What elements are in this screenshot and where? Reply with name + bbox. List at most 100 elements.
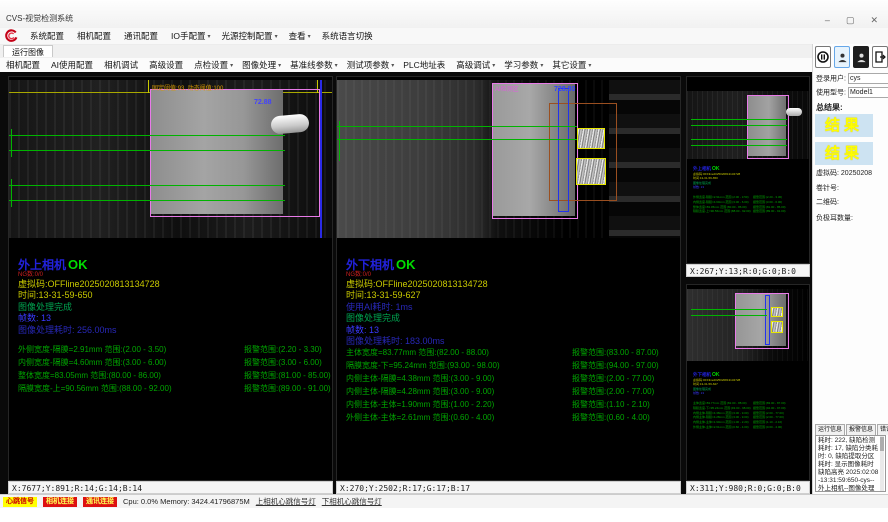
toolbar-item-label: 点检设置 [194,59,228,71]
login-user-field[interactable]: cys [848,73,888,84]
toolbar-item[interactable]: 测试项参数 ▾ [347,59,395,71]
toolbar-item[interactable]: 点检设置 ▾ [194,59,233,71]
thumbnail-view-lower: 外下相机OK 虚拟码:OFFline2025020813134728 时间:13… [686,284,810,494]
cpu-memory-status: Cpu: 0.0% Memory: 3424.41796875M [123,497,250,506]
measurement-value: 外侧宽度-隔膜=2.91mm 范围:(2.00 - 3.50) [693,195,749,199]
tab-run-image[interactable]: 运行图像 [3,45,53,57]
window-controls: – ▢ ✕ [825,16,878,25]
comm-link-status-badge: 通讯连接 [83,497,117,507]
total-result-label: 总结果: [816,102,843,113]
user-dark-icon [856,52,867,63]
log-tabs: 运行信息报警信息错误信息 [815,424,888,435]
measurement-line [337,139,577,140]
minimize-button[interactable]: – [825,16,830,25]
tab-detect-rect [771,321,783,333]
close-button[interactable]: ✕ [870,16,878,25]
toolbar-item-label: 图像处理 [242,59,276,71]
measurement-value: 内侧主体-主体=1.90mm 范围:(1.00 - 2.20) [346,400,494,409]
log-output[interactable]: 耗时: 222, 缺陷检测耗时: 17, 缺陷分类耗时: 0, 缺陷提取分区耗时… [815,435,886,492]
toolbar-items: 相机配置 AI使用配置 相机调试 高级设置 点检设置 ▾ 图像处理 ▾ 基准线参… [6,59,591,71]
user-icon [837,52,848,63]
title-bar: CVS-视觉检测系统 – ▢ ✕ [0,0,888,29]
roi-rect-pink [747,95,789,159]
toolbar-item[interactable]: 高级调试 ▾ [456,59,495,71]
ng-count-label: NG数:0/0 [346,271,488,279]
menu-item[interactable]: 光源控制配置 ▾ [222,30,278,42]
maximize-button[interactable]: ▢ [846,16,855,25]
tab-detect-rect [771,307,783,317]
measurement-row: 隔膜宽度-上=90.56mm 范围:(88.00 - 92.00) 报警范围:(… [18,382,330,395]
menu-item-label: 系统配置 [30,30,64,42]
menu-item[interactable]: 通讯配置 [124,30,160,42]
elapsed-time-label: 图像处理耗时: 256.00ms [18,325,160,337]
toolbar-item[interactable]: 相机配置 [6,59,42,71]
virtual-code-label: 虚拟码: [816,170,839,177]
measurement-row: 外侧主体-主体=2.61mm 范围:(0.60 - 4.00) 报警范围:(0.… [693,425,808,430]
login-user-row: 登录用户:cys [816,73,888,84]
model-label: 使用型号: [816,89,846,96]
chevron-down-icon: ▾ [278,62,281,69]
user-login-button[interactable] [834,46,850,68]
measurement-line [9,185,285,186]
measurement-value: 隔膜宽度-下=95.24mm 范围:(93.00 - 98.00) [693,406,751,410]
ai-time-label: 使用AI耗时: 1ms [346,302,488,314]
log-tab[interactable]: 错误信息 [877,424,888,435]
toolbar-item[interactable]: 高级设置 [149,59,185,71]
virtual-code-label: 虚拟码:OFFline2025020813134728 [18,279,160,291]
measurement-tick [11,129,12,157]
scrollbar-thumb[interactable] [880,437,884,451]
tab-detect-rect [577,128,605,149]
measure-value-label: 728.80 [554,86,575,93]
menu-item-label: 通讯配置 [124,30,158,42]
measurement-line [691,309,767,310]
chevron-down-icon: ▾ [588,62,591,69]
log-tab[interactable]: 运行信息 [815,424,845,435]
toolbar-item[interactable]: 其它设置 ▾ [552,59,591,71]
measurement-row: 内侧宽度-隔膜=4.60mm 范围:(3.00 - 6.00) 报警范围:(3.… [18,356,330,369]
menu-item[interactable]: IO手配置 ▾ [171,30,211,42]
menu-items: 系统配置 相机配置 通讯配置 IO手配置 ▾ 光源控制配置 ▾ 查看 ▾ 系统语… [30,30,375,42]
result-overlay-mini: 外上相机OK 虚拟码:OFFline2025020813134728 时间:13… [693,167,740,190]
frame-count-label: 帧数: 13 [693,185,740,190]
camera-canvas-lower[interactable]: AI检测区 728.80 外下相机OK NG数:0/0 虚拟码:OFFline2… [336,76,681,481]
exit-button[interactable] [872,46,888,68]
toolbar-item-label: 测试项参数 [347,59,390,71]
chevron-down-icon: ▾ [208,33,211,40]
menu-item[interactable]: 系统语言切换 [322,30,375,42]
pause-button[interactable] [815,46,831,68]
clamp-image [786,108,802,116]
threshold-label: 固定阈值:93, 动态阈值:100 [152,83,223,92]
menu-item[interactable]: 相机配置 [77,30,113,42]
log-tab[interactable]: 报警信息 [846,424,876,435]
measurement-value: 内侧主体-主体=1.90mm 范围:(1.00 - 2.20) [693,420,749,424]
thumbnail-canvas-lower[interactable]: 外下相机OK 虚拟码:OFFline2025020813134728 时间:13… [686,284,810,481]
log-scrollbar[interactable] [880,436,884,491]
operator-mode-button[interactable] [853,46,869,68]
measurement-tick [11,179,12,207]
toolbar-item[interactable]: PLC地址表 [403,59,447,71]
measurement-value: 整体宽度=83.05mm 范围:(80.00 - 86.00) [693,205,747,209]
toolbar-item[interactable]: AI使用配置 [51,59,95,71]
measurement-line [337,126,577,127]
menu-item[interactable]: 查看 ▾ [289,30,311,42]
measurement-list-lower: 主体宽度=83.77mm 范围:(82.00 - 88.00) 报警范围:(83… [346,346,678,424]
toolbar-item[interactable]: 相机调试 [104,59,140,71]
toolbar-item[interactable]: 学习参数 ▾ [504,59,543,71]
camera-view-lower: AI检测区 728.80 外下相机OK NG数:0/0 虚拟码:OFFline2… [336,72,681,494]
chevron-down-icon: ▾ [492,62,495,69]
toolbar-item[interactable]: 基准线参数 ▾ [290,59,338,71]
model-field[interactable]: Model1 [848,87,888,98]
measurement-line [691,145,787,146]
toolbar-item[interactable]: 图像处理 ▾ [242,59,281,71]
toolbar-item-label: 学习参数 [504,59,538,71]
menu-item-label: 相机配置 [77,30,111,42]
menu-item[interactable]: 系统配置 [30,30,66,42]
thumbnail-canvas-upper[interactable]: 外上相机OK 虚拟码:OFFline2025020813134728 时间:13… [686,76,810,264]
pause-icon [817,51,829,63]
toolbar-item-label: 其它设置 [552,59,586,71]
chevron-down-icon: ▾ [230,62,233,69]
camera-canvas-upper[interactable]: 固定阈值:93, 动态阈值:100 72.88 外上相机OK NG数:0/0 虚… [8,76,333,481]
qr-code-label: 二维码: [816,197,839,207]
alarm-range: 报警范围:(81.00 - 85.00) [244,369,331,382]
frame-count-label: 帧数: 13 [18,313,160,325]
